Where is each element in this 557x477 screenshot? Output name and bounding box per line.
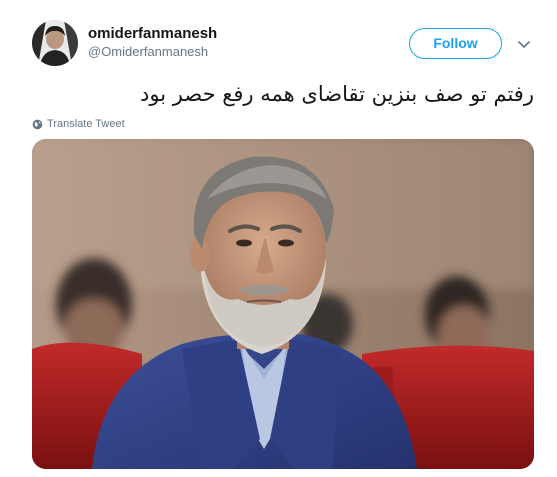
translate-tweet-link[interactable]: Translate Tweet [32,116,125,132]
author-username[interactable]: @Omiderfanmanesh [88,44,208,59]
translate-label: Translate Tweet [47,118,125,130]
chevron-down-icon[interactable] [514,34,534,54]
author-display-name[interactable]: omiderfanmanesh [88,25,217,42]
follow-button[interactable]: Follow [409,28,502,59]
tweet-text: رفتم تو صف بنزین تقاضای همه رفع حصر بود [140,82,534,106]
tweet-card: omiderfanmanesh @Omiderfanmanesh Follow … [0,0,557,477]
avatar[interactable] [32,20,78,66]
globe-icon [32,119,43,129]
tweet-photo[interactable] [32,139,534,469]
